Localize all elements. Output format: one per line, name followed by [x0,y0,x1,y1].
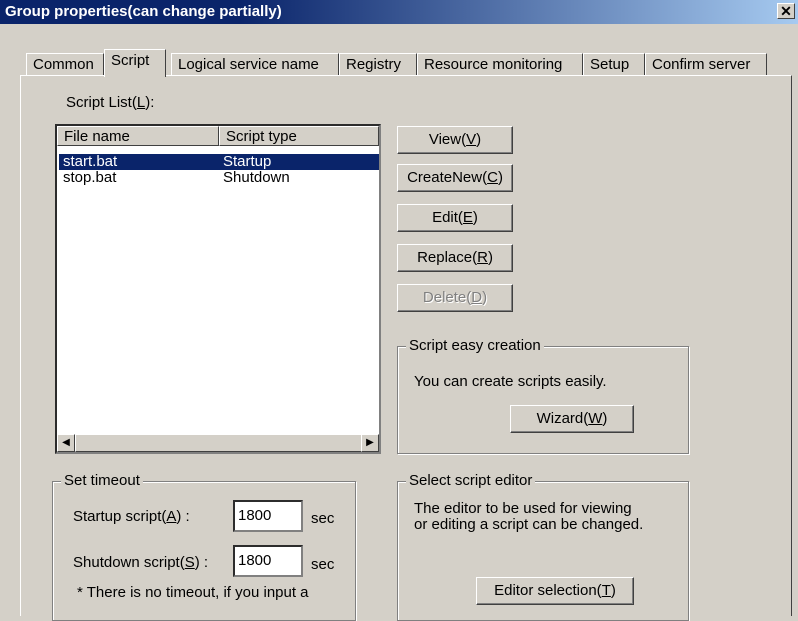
tab-registry[interactable]: Registry [339,53,417,75]
select-script-editor-group: Select script editor The editor to be us… [397,472,689,621]
tab-label: Script [111,52,150,69]
column-header-script-type[interactable]: Script type [219,126,379,146]
wizard-button[interactable]: Wizard(W) [510,405,634,433]
tab-label: Logical service name [178,56,319,73]
editor-text-line1: The editor to be used for viewing [414,500,632,517]
scroll-left-icon[interactable]: ◀ [57,434,75,452]
list-item[interactable]: start.bat Startup [59,154,379,170]
tab-label: Setup [590,56,630,73]
tab-label: Registry [346,56,402,73]
file-name: start.bat [63,153,118,170]
create-new-button[interactable]: CreateNew(C) [397,164,513,192]
script-type: Startup [223,153,272,170]
delete-button[interactable]: Delete(D) [397,284,513,312]
tab-script[interactable]: Script [104,49,166,77]
tab-label: Confirm server [652,56,751,73]
script-easy-creation-group: Script easy creation You can create scri… [397,337,689,454]
script-listbox[interactable]: File name Script type start.bat Startup … [55,124,381,454]
edit-button[interactable]: Edit(E) [397,204,513,232]
scroll-thumb[interactable] [75,434,367,452]
view-button[interactable]: View(V) [397,126,513,154]
list-item[interactable]: stop.bat Shutdown [59,170,379,186]
column-header-file-name[interactable]: File name [57,126,219,146]
startup-timeout-input[interactable]: 1800 [233,500,303,532]
tab-logical-service-name[interactable]: Logical service name [171,53,339,75]
shutdown-timeout-input[interactable]: 1800 [233,545,303,577]
replace-button[interactable]: Replace(R) [397,244,513,272]
title-bar: Group properties(can change partially) ✕ [0,0,798,24]
script-type: Shutdown [223,169,290,186]
editor-text-line2: or editing a script can be changed. [414,516,644,533]
easy-creation-text: You can create scripts easily. [414,373,607,390]
group-title: Set timeout [61,472,143,489]
tab-label: Common [33,56,94,73]
tab-confirm-server[interactable]: Confirm server [645,53,767,75]
startup-script-label: Startup script(A) : [73,508,190,525]
startup-unit-label: sec [311,510,335,527]
script-list-label: Script List(L): [66,94,155,111]
timeout-note: * There is no timeout, if you input a [77,584,309,601]
shutdown-unit-label: sec [311,556,335,573]
tab-setup[interactable]: Setup [583,53,645,75]
window-title: Group properties(can change partially) [5,3,282,20]
shutdown-script-label: Shutdown script(S) : [73,554,209,571]
tab-label: Resource monitoring [424,56,563,73]
horizontal-scrollbar[interactable]: ◀ ▶ [57,434,379,452]
file-name: stop.bat [63,169,117,186]
group-title: Select script editor [406,472,536,489]
close-icon[interactable]: ✕ [777,3,795,19]
tab-common[interactable]: Common [26,53,104,75]
set-timeout-group: Set timeout Startup script(A) : 1800 sec… [52,472,356,621]
scroll-right-icon[interactable]: ▶ [361,434,379,452]
group-title: Script easy creation [406,337,544,354]
editor-selection-button[interactable]: Editor selection(T) [476,577,634,605]
tab-resource-monitoring[interactable]: Resource monitoring [417,53,583,75]
